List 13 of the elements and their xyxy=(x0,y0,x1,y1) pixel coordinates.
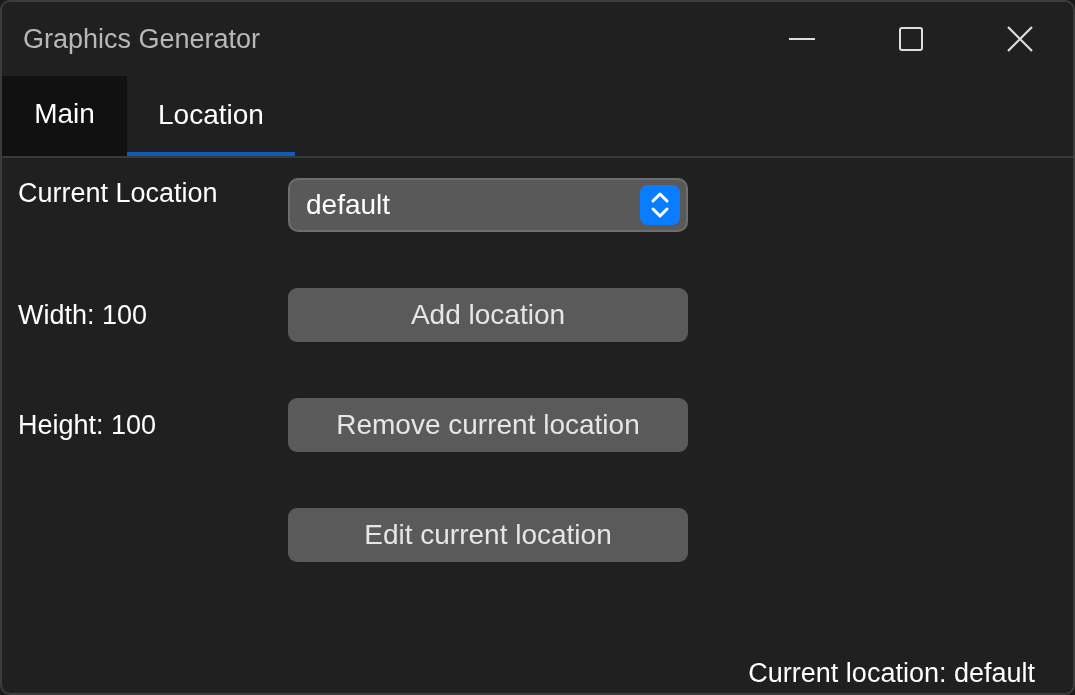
action-button[interactable]: Edit current location xyxy=(288,508,688,562)
location-dropdown[interactable]: default xyxy=(288,178,688,232)
maximize-icon[interactable] xyxy=(899,27,923,51)
action-button[interactable]: Add location xyxy=(288,288,688,342)
field-label: Width: 100 xyxy=(18,299,148,331)
tab[interactable]: Main xyxy=(2,76,127,156)
status-text: Current location: default xyxy=(748,658,1035,689)
close-icon[interactable] xyxy=(1007,26,1033,52)
up-down-chevron-icon xyxy=(640,185,680,225)
action-button[interactable]: Remove current location xyxy=(288,398,688,452)
field-label: Height: 100 xyxy=(18,409,157,441)
window-title: Graphics Generator xyxy=(23,23,261,55)
field-label: Current Location xyxy=(18,178,218,209)
